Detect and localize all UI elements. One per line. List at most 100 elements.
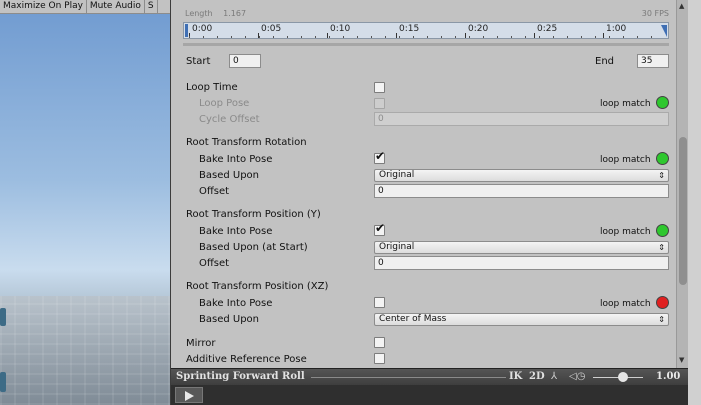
scroll-up-icon[interactable]: ▲ <box>679 2 684 10</box>
game-view: Maximize On Play Mute Audio S <box>0 0 171 405</box>
minor-tick <box>637 36 638 38</box>
root-position-xz-header: Root Transform Position (XZ) <box>186 281 329 292</box>
loop-time-checkbox[interactable] <box>374 82 385 93</box>
minor-tick <box>455 36 456 38</box>
preview-divider <box>311 377 506 378</box>
minor-tick <box>483 36 484 38</box>
root-rotation-header: Root Transform Rotation <box>186 137 307 148</box>
pivot-icon[interactable]: ⅄ <box>551 371 557 382</box>
tick-label: 0:20 <box>468 24 489 34</box>
length-value: 1.167 <box>223 9 247 18</box>
play-button[interactable] <box>175 387 203 403</box>
position-y-bake-checkbox[interactable]: ✔ <box>374 221 386 236</box>
inspector-scrollbar[interactable]: ▲ ▼ <box>676 0 688 368</box>
loop-pose-checkbox[interactable] <box>374 98 385 109</box>
cycle-offset-field[interactable]: 0 <box>374 112 669 126</box>
preview-area <box>171 385 688 405</box>
stats-button[interactable]: S <box>145 0 158 13</box>
minor-tick <box>343 36 344 38</box>
tick-label: 0:15 <box>399 24 420 34</box>
position-y-based-upon-label: Based Upon (at Start) <box>199 242 308 253</box>
minor-tick <box>259 36 260 38</box>
end-handle[interactable] <box>661 25 667 37</box>
loop-time-label: Loop Time <box>186 82 238 93</box>
rotation-bake-checkbox[interactable]: ✔ <box>374 150 385 164</box>
mute-audio-button[interactable]: Mute Audio <box>87 0 145 13</box>
mirror-checkbox[interactable] <box>374 337 385 348</box>
minor-tick <box>469 36 470 38</box>
additive-reference-pose-label: Additive Reference Pose <box>186 354 307 365</box>
rotation-offset-label: Offset <box>199 186 230 197</box>
scroll-down-icon[interactable]: ▼ <box>679 356 684 364</box>
minor-tick <box>315 36 316 38</box>
major-tick <box>534 33 535 38</box>
start-field[interactable]: 0 <box>229 54 261 68</box>
minor-tick <box>427 36 428 38</box>
position-y-offset-label: Offset <box>199 258 230 269</box>
game-toolbar: Maximize On Play Mute Audio S <box>0 0 171 14</box>
loop-match-label: loop match <box>600 99 651 109</box>
additive-reference-pose-checkbox[interactable] <box>374 353 385 364</box>
animation-clip-inspector: Length 1.167 30 FPS 0:00 0:05 0:10 0:15 … <box>171 0 676 368</box>
minor-tick <box>581 36 582 38</box>
timeline-scrub-bar[interactable] <box>183 43 669 46</box>
dropdown-arrow-icon: ⇕ <box>658 315 665 324</box>
position-xz-based-upon-label: Based Upon <box>199 314 259 325</box>
minor-tick <box>539 36 540 38</box>
rotation-based-upon-dropdown[interactable]: Original ⇕ <box>374 169 669 182</box>
speed-slider-knob[interactable] <box>618 372 628 382</box>
loop-match-label: loop match <box>600 155 651 165</box>
loop-match-indicator <box>656 224 669 237</box>
minor-tick <box>623 36 624 38</box>
rotation-offset-field[interactable]: 0 <box>374 184 669 198</box>
ik-toggle[interactable]: IK <box>509 371 522 382</box>
length-label: Length <box>185 9 213 18</box>
speed-icon[interactable]: ◁◷ <box>569 371 585 382</box>
end-field[interactable]: 35 <box>637 54 669 68</box>
tick-label: 1:00 <box>606 24 627 34</box>
play-icon <box>185 391 194 401</box>
speed-value: 1.00 <box>656 371 681 382</box>
minor-tick <box>385 36 386 38</box>
minor-tick <box>287 36 288 38</box>
minor-tick <box>399 36 400 38</box>
minor-tick <box>567 36 568 38</box>
major-tick <box>327 33 328 38</box>
maximize-on-play-button[interactable]: Maximize On Play <box>0 0 87 13</box>
position-y-bake-label: Bake Into Pose <box>199 226 273 237</box>
position-xz-bake-checkbox[interactable] <box>374 297 385 308</box>
check-mark-icon: ✔ <box>375 221 386 235</box>
dropdown-value: Original <box>379 170 415 180</box>
window-edge <box>688 0 701 405</box>
2d-toggle[interactable]: 2D <box>529 371 545 382</box>
character-fragment <box>0 308 6 326</box>
minor-tick <box>553 36 554 38</box>
loop-match-label: loop match <box>600 299 651 309</box>
scrollbar-thumb[interactable] <box>679 137 687 285</box>
minor-tick <box>301 36 302 38</box>
preview-toolbar: Sprinting Forward Roll IK 2D ⅄ ◁◷ 1.00 <box>171 368 688 385</box>
minor-tick <box>595 36 596 38</box>
position-xz-based-upon-dropdown[interactable]: Center of Mass ⇕ <box>374 313 669 326</box>
timeline-ruler[interactable]: 0:00 0:05 0:10 0:15 0:20 0:25 1:00 <box>183 22 669 39</box>
cycle-offset-label: Cycle Offset <box>199 114 260 125</box>
position-y-based-upon-dropdown[interactable]: Original ⇕ <box>374 241 669 254</box>
loop-match-indicator <box>656 296 669 309</box>
minor-tick <box>189 36 190 38</box>
minor-tick <box>357 36 358 38</box>
rotation-bake-label: Bake Into Pose <box>199 154 273 165</box>
minor-tick <box>273 36 274 38</box>
timeline-header: Length 1.167 30 FPS <box>185 9 669 18</box>
floor-plane <box>0 296 171 405</box>
mirror-label: Mirror <box>186 338 216 349</box>
minor-tick <box>497 36 498 38</box>
minor-tick <box>651 36 652 38</box>
position-y-offset-field[interactable]: 0 <box>374 256 669 270</box>
clip-name: Sprinting Forward Roll <box>176 371 305 382</box>
start-handle[interactable] <box>185 24 188 37</box>
tick-label: 0:25 <box>537 24 558 34</box>
character-fragment <box>0 372 6 392</box>
rotation-based-upon-label: Based Upon <box>199 170 259 181</box>
loop-match-indicator <box>656 152 669 165</box>
tick-label: 0:10 <box>330 24 351 34</box>
